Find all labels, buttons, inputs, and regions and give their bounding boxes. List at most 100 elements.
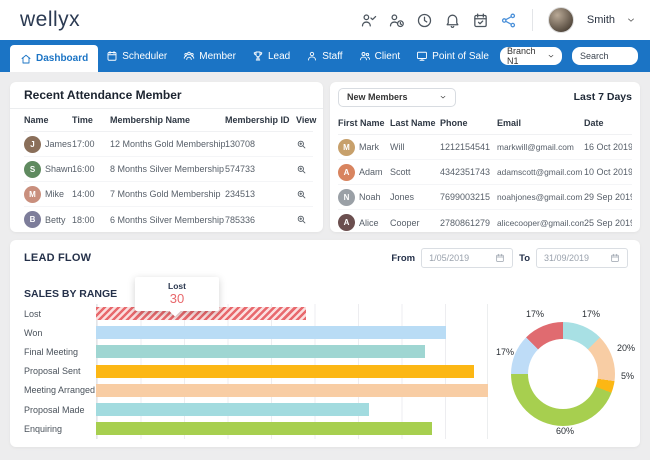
member-name: Mike (45, 189, 64, 199)
tab-label: Dashboard (36, 53, 88, 64)
member-avatar: A (338, 164, 355, 181)
member-name: Shawn (45, 164, 72, 174)
membership-id: 130708 (225, 139, 296, 149)
calendar-check-icon[interactable] (472, 12, 489, 29)
header-divider (532, 9, 533, 31)
share-icon[interactable] (500, 12, 517, 29)
bar-row-final-meeting: Final Meeting (24, 342, 494, 361)
attendance-time: 18:00 (72, 215, 110, 225)
bar-meeting-arranged[interactable] (96, 384, 488, 397)
app-header: wellyx Smith (0, 0, 650, 40)
tab-client[interactable]: Client (351, 40, 409, 72)
attendance-table-header: Name Time Membership Name Membership ID … (24, 109, 313, 132)
new-member-row: AAliceCooper2780861279alicecooper@gmail.… (338, 210, 632, 235)
tab-staff[interactable]: Staff (298, 40, 350, 72)
last-name: Will (390, 142, 440, 152)
membership-name: 6 Months Silver Membership (110, 215, 225, 225)
attendance-title-row: Recent Attendance Member (10, 82, 323, 109)
bar-row-lost: Lost (24, 304, 494, 323)
lead-flow-title: LEAD FLOW (24, 252, 91, 264)
phone: 4342351743 (440, 167, 497, 177)
branch-select[interactable]: Branch N1 (500, 47, 562, 65)
bar-category-label: Final Meeting (24, 347, 96, 357)
join-date: 29 Sep 2019 (584, 192, 632, 202)
attendance-time: 16:00 (72, 164, 110, 174)
bar-category-label: Proposal Sent (24, 366, 96, 376)
bar-track (96, 345, 488, 358)
col-membership-id: Membership ID (225, 115, 296, 125)
member-avatar: S (24, 161, 41, 178)
donut-chart[interactable] (511, 322, 615, 426)
user-avatar[interactable] (548, 7, 574, 33)
users-icon (359, 50, 371, 62)
user-clock-icon[interactable] (388, 12, 405, 29)
member-avatar: N (338, 189, 355, 206)
bar-row-enquiring: Enquiring (24, 419, 494, 438)
member-name: James (45, 139, 72, 149)
calendar-icon (106, 50, 118, 62)
tab-label: Staff (322, 51, 342, 62)
email: markwill@gmail.com (497, 142, 584, 152)
bell-icon[interactable] (444, 12, 461, 29)
new-member-row: MMarkWill1212154541markwill@gmail.com16 … (338, 135, 632, 160)
attendance-row: BBetty18:006 Months Silver Membership785… (24, 207, 313, 232)
date-range-controls: From 1/05/2019 To 31/09/2019 (391, 248, 628, 268)
lead-flow-card: LEAD FLOW From 1/05/2019 To 31/09/2019 S… (10, 240, 640, 447)
bar-row-proposal-sent: Proposal Sent (24, 362, 494, 381)
calendar-icon (495, 253, 505, 263)
members-table-header: First Name Last Name Phone Email Date (338, 112, 632, 135)
view-icon[interactable] (296, 139, 313, 150)
members-filter-select[interactable]: New Members (338, 88, 456, 107)
bar-proposal-sent[interactable] (96, 365, 474, 378)
user-check-icon[interactable] (360, 12, 377, 29)
tab-point-of-sale[interactable]: Point of Sale (408, 40, 497, 72)
chart-tooltip: Lost 30 (135, 277, 219, 311)
attendance-row: MMike14:007 Months Gold Membership234513 (24, 182, 313, 207)
from-label: From (391, 253, 415, 264)
home-icon (20, 53, 32, 65)
membership-name: 12 Months Gold Membership (110, 139, 225, 149)
donut-label: 17% (526, 309, 544, 319)
bar-track (96, 403, 488, 416)
bar-category-label: Won (24, 328, 96, 338)
last-name: Cooper (390, 218, 440, 228)
view-icon[interactable] (296, 189, 313, 200)
view-icon[interactable] (296, 214, 313, 225)
member-avatar: M (24, 186, 41, 203)
tab-lead[interactable]: Lead (244, 40, 298, 72)
bar-track (96, 422, 488, 435)
col-email: Email (497, 118, 584, 128)
user-name[interactable]: Smith (587, 14, 615, 26)
view-icon[interactable] (296, 164, 313, 175)
tab-dashboard[interactable]: Dashboard (10, 45, 98, 72)
member-avatar: J (24, 136, 41, 153)
join-date: 10 Oct 2019 (584, 167, 632, 177)
group-icon (183, 50, 195, 62)
attendance-time: 14:00 (72, 189, 110, 199)
member-avatar: B (24, 211, 41, 228)
membership-id: 785336 (225, 215, 296, 225)
from-date-input[interactable]: 1/05/2019 (421, 248, 513, 268)
to-date-input[interactable]: 31/09/2019 (536, 248, 628, 268)
main-nav: Dashboard Scheduler Member Lead Staff ClientP… (0, 40, 650, 72)
col-membership-name: Membership Name (110, 115, 225, 125)
bar-proposal-made[interactable] (96, 403, 369, 416)
bar-enquiring[interactable] (96, 422, 432, 435)
tab-label: Member (199, 51, 236, 62)
phone: 1212154541 (440, 142, 497, 152)
tab-scheduler[interactable]: Scheduler (98, 40, 175, 72)
member-avatar: M (338, 139, 355, 156)
clock-icon[interactable] (416, 12, 433, 29)
user-icon (306, 50, 318, 62)
user-menu-chevron-icon[interactable] (626, 15, 636, 25)
search-input[interactable] (572, 47, 638, 65)
tab-member[interactable]: Member (175, 40, 244, 72)
col-view: View (296, 115, 313, 125)
bar-won[interactable] (96, 326, 446, 339)
membership-name: 7 Months Gold Membership (110, 189, 225, 199)
to-label: To (519, 253, 530, 264)
bar-final-meeting[interactable] (96, 345, 425, 358)
new-members-card: New Members Last 7 Days First Name Last … (330, 82, 640, 232)
attendance-table-body: JJames17:0012 Months Gold Membership1307… (10, 132, 323, 232)
donut-label: 60% (556, 426, 574, 436)
